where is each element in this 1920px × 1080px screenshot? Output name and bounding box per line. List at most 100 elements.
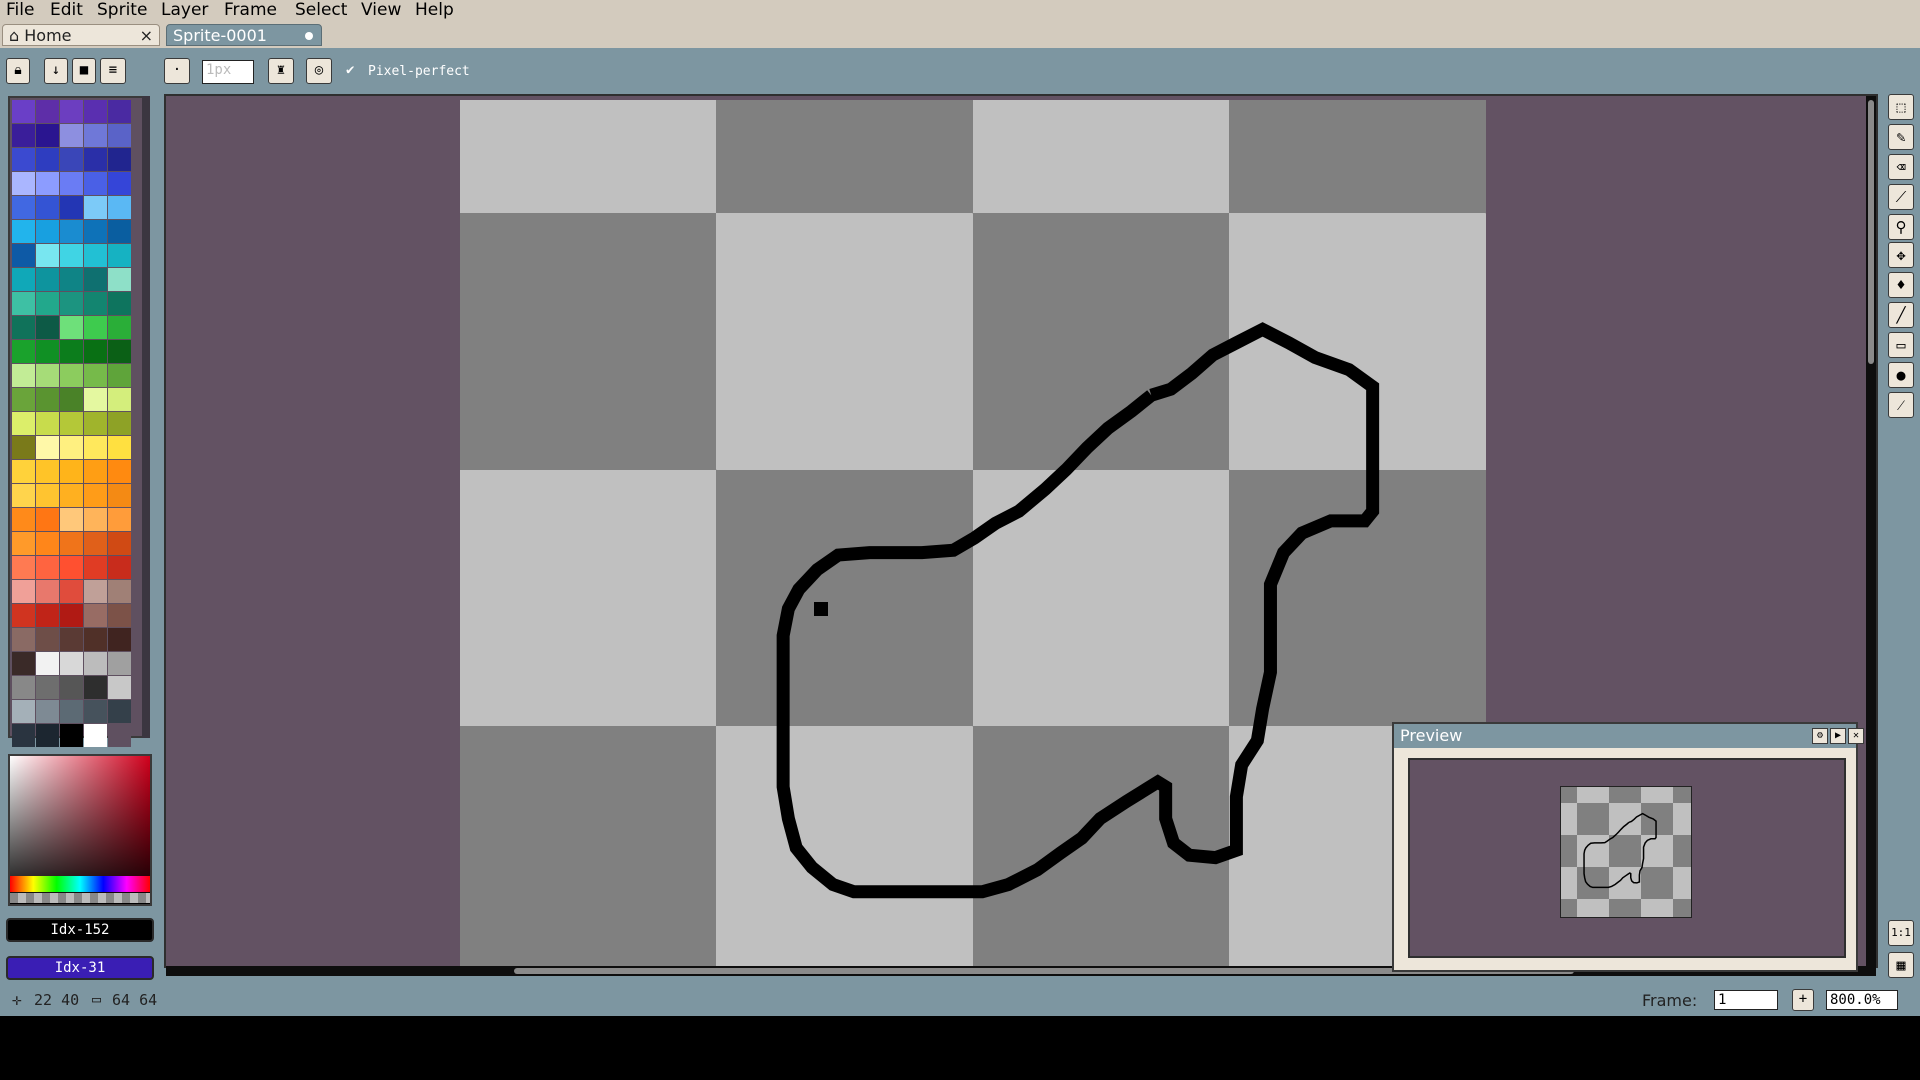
- close-icon[interactable]: ×: [140, 25, 153, 47]
- blur-tool-icon[interactable]: ⁄: [1888, 392, 1914, 418]
- palette-swatch[interactable]: [12, 268, 35, 291]
- marquee-tool-icon[interactable]: ⬚: [1888, 94, 1914, 120]
- palette-swatch[interactable]: [36, 652, 59, 675]
- ink-icon[interactable]: ♜: [268, 58, 294, 84]
- menu-help[interactable]: Help: [415, 0, 454, 22]
- palette-swatch[interactable]: [108, 388, 131, 411]
- palette-swatch[interactable]: [60, 388, 83, 411]
- palette-swatch[interactable]: [60, 100, 83, 123]
- palette-swatch[interactable]: [36, 700, 59, 723]
- palette-swatch[interactable]: [36, 556, 59, 579]
- palette-swatch[interactable]: [84, 700, 107, 723]
- preview-window[interactable]: Preview ⚙ ▶ ✕: [1392, 722, 1864, 972]
- alpha-slider[interactable]: [10, 893, 150, 903]
- palette-swatch[interactable]: [108, 604, 131, 627]
- lock-icon[interactable]: 🔒︎: [6, 58, 30, 84]
- palette-swatch[interactable]: [108, 316, 131, 339]
- palette-swatch[interactable]: [12, 628, 35, 651]
- palette-swatch[interactable]: [36, 196, 59, 219]
- preview-viewport[interactable]: [1408, 758, 1846, 958]
- palette-swatch[interactable]: [108, 268, 131, 291]
- palette-swatch[interactable]: [84, 388, 107, 411]
- palette-swatch[interactable]: [60, 460, 83, 483]
- palette-swatch[interactable]: [12, 412, 35, 435]
- palette-swatch[interactable]: [108, 652, 131, 675]
- palette-swatch[interactable]: [108, 244, 131, 267]
- palette-swatch[interactable]: [84, 652, 107, 675]
- palette-swatch[interactable]: [108, 508, 131, 531]
- palette-swatch[interactable]: [36, 412, 59, 435]
- rectangle-tool-icon[interactable]: ▭: [1888, 332, 1914, 358]
- palette-swatch[interactable]: [84, 244, 107, 267]
- palette-swatch[interactable]: [36, 580, 59, 603]
- frame-input[interactable]: 1: [1714, 990, 1778, 1010]
- palette-swatch[interactable]: [36, 364, 59, 387]
- palette-swatch[interactable]: [36, 460, 59, 483]
- move-tool-icon[interactable]: ✥: [1888, 242, 1914, 268]
- palette-swatch[interactable]: [60, 628, 83, 651]
- palette-scrollbar[interactable]: [142, 96, 150, 738]
- palette-swatch[interactable]: [84, 220, 107, 243]
- hue-slider[interactable]: [10, 876, 150, 892]
- palette-swatch[interactable]: [60, 340, 83, 363]
- palette-swatch[interactable]: [84, 580, 107, 603]
- palette-swatch[interactable]: [12, 604, 35, 627]
- palette-swatch[interactable]: [12, 364, 35, 387]
- palette-swatch[interactable]: [60, 172, 83, 195]
- contour-tool-icon[interactable]: ●: [1888, 362, 1914, 388]
- palette-swatch[interactable]: [60, 532, 83, 555]
- palette-swatch[interactable]: [84, 484, 107, 507]
- palette-swatch[interactable]: [36, 268, 59, 291]
- palette-swatch[interactable]: [84, 316, 107, 339]
- palette-swatch[interactable]: [36, 628, 59, 651]
- timeline-icon[interactable]: ▦: [1888, 952, 1914, 978]
- palette-swatch[interactable]: [12, 724, 35, 747]
- tab-home[interactable]: ⌂ Home ×: [2, 24, 160, 46]
- palette-swatch[interactable]: [108, 700, 131, 723]
- brush-type-icon[interactable]: ·: [164, 58, 190, 84]
- palette-swatch[interactable]: [108, 676, 131, 699]
- palette-swatch[interactable]: [108, 556, 131, 579]
- menu-edit[interactable]: Edit: [50, 0, 83, 22]
- palette-swatch[interactable]: [60, 220, 83, 243]
- modified-dot-icon[interactable]: [305, 32, 313, 40]
- palette-swatch[interactable]: [12, 436, 35, 459]
- palette-swatch[interactable]: [12, 220, 35, 243]
- add-frame-button[interactable]: +: [1792, 989, 1814, 1011]
- palette-swatch[interactable]: [60, 676, 83, 699]
- palette-swatch[interactable]: [60, 364, 83, 387]
- palette-swatch[interactable]: [36, 340, 59, 363]
- fill-tool-icon[interactable]: ♦: [1888, 272, 1914, 298]
- palette-swatch[interactable]: [84, 460, 107, 483]
- palette-swatch[interactable]: [36, 220, 59, 243]
- palette-swatch[interactable]: [108, 100, 131, 123]
- palette-swatch[interactable]: [84, 628, 107, 651]
- palette-swatch[interactable]: [12, 484, 35, 507]
- palette-swatch[interactable]: [60, 244, 83, 267]
- palette-swatch[interactable]: [108, 196, 131, 219]
- palette-swatch[interactable]: [84, 196, 107, 219]
- palette-swatch[interactable]: [60, 556, 83, 579]
- palette-swatch[interactable]: [84, 100, 107, 123]
- palette-swatch[interactable]: [36, 316, 59, 339]
- palette-swatch[interactable]: [60, 724, 83, 747]
- palette-swatch[interactable]: [60, 124, 83, 147]
- palette-swatch[interactable]: [60, 268, 83, 291]
- palette-swatch[interactable]: [84, 508, 107, 531]
- palette-swatch[interactable]: [60, 292, 83, 315]
- palette-swatch[interactable]: [60, 436, 83, 459]
- palette-swatch[interactable]: [84, 292, 107, 315]
- sprite-canvas[interactable]: [460, 100, 1486, 966]
- palette-swatch[interactable]: [36, 100, 59, 123]
- menu-file[interactable]: File: [6, 0, 34, 22]
- palette-swatch[interactable]: [84, 148, 107, 171]
- menu-select[interactable]: Select: [295, 0, 347, 22]
- ratio-button[interactable]: 1:1: [1888, 920, 1914, 946]
- palette-swatch[interactable]: [36, 532, 59, 555]
- palette-swatch[interactable]: [36, 124, 59, 147]
- palette-swatch[interactable]: [84, 604, 107, 627]
- palette-swatch[interactable]: [12, 556, 35, 579]
- palette-swatch[interactable]: [12, 532, 35, 555]
- menu-sprite[interactable]: Sprite: [97, 0, 147, 22]
- palette-swatch[interactable]: [36, 676, 59, 699]
